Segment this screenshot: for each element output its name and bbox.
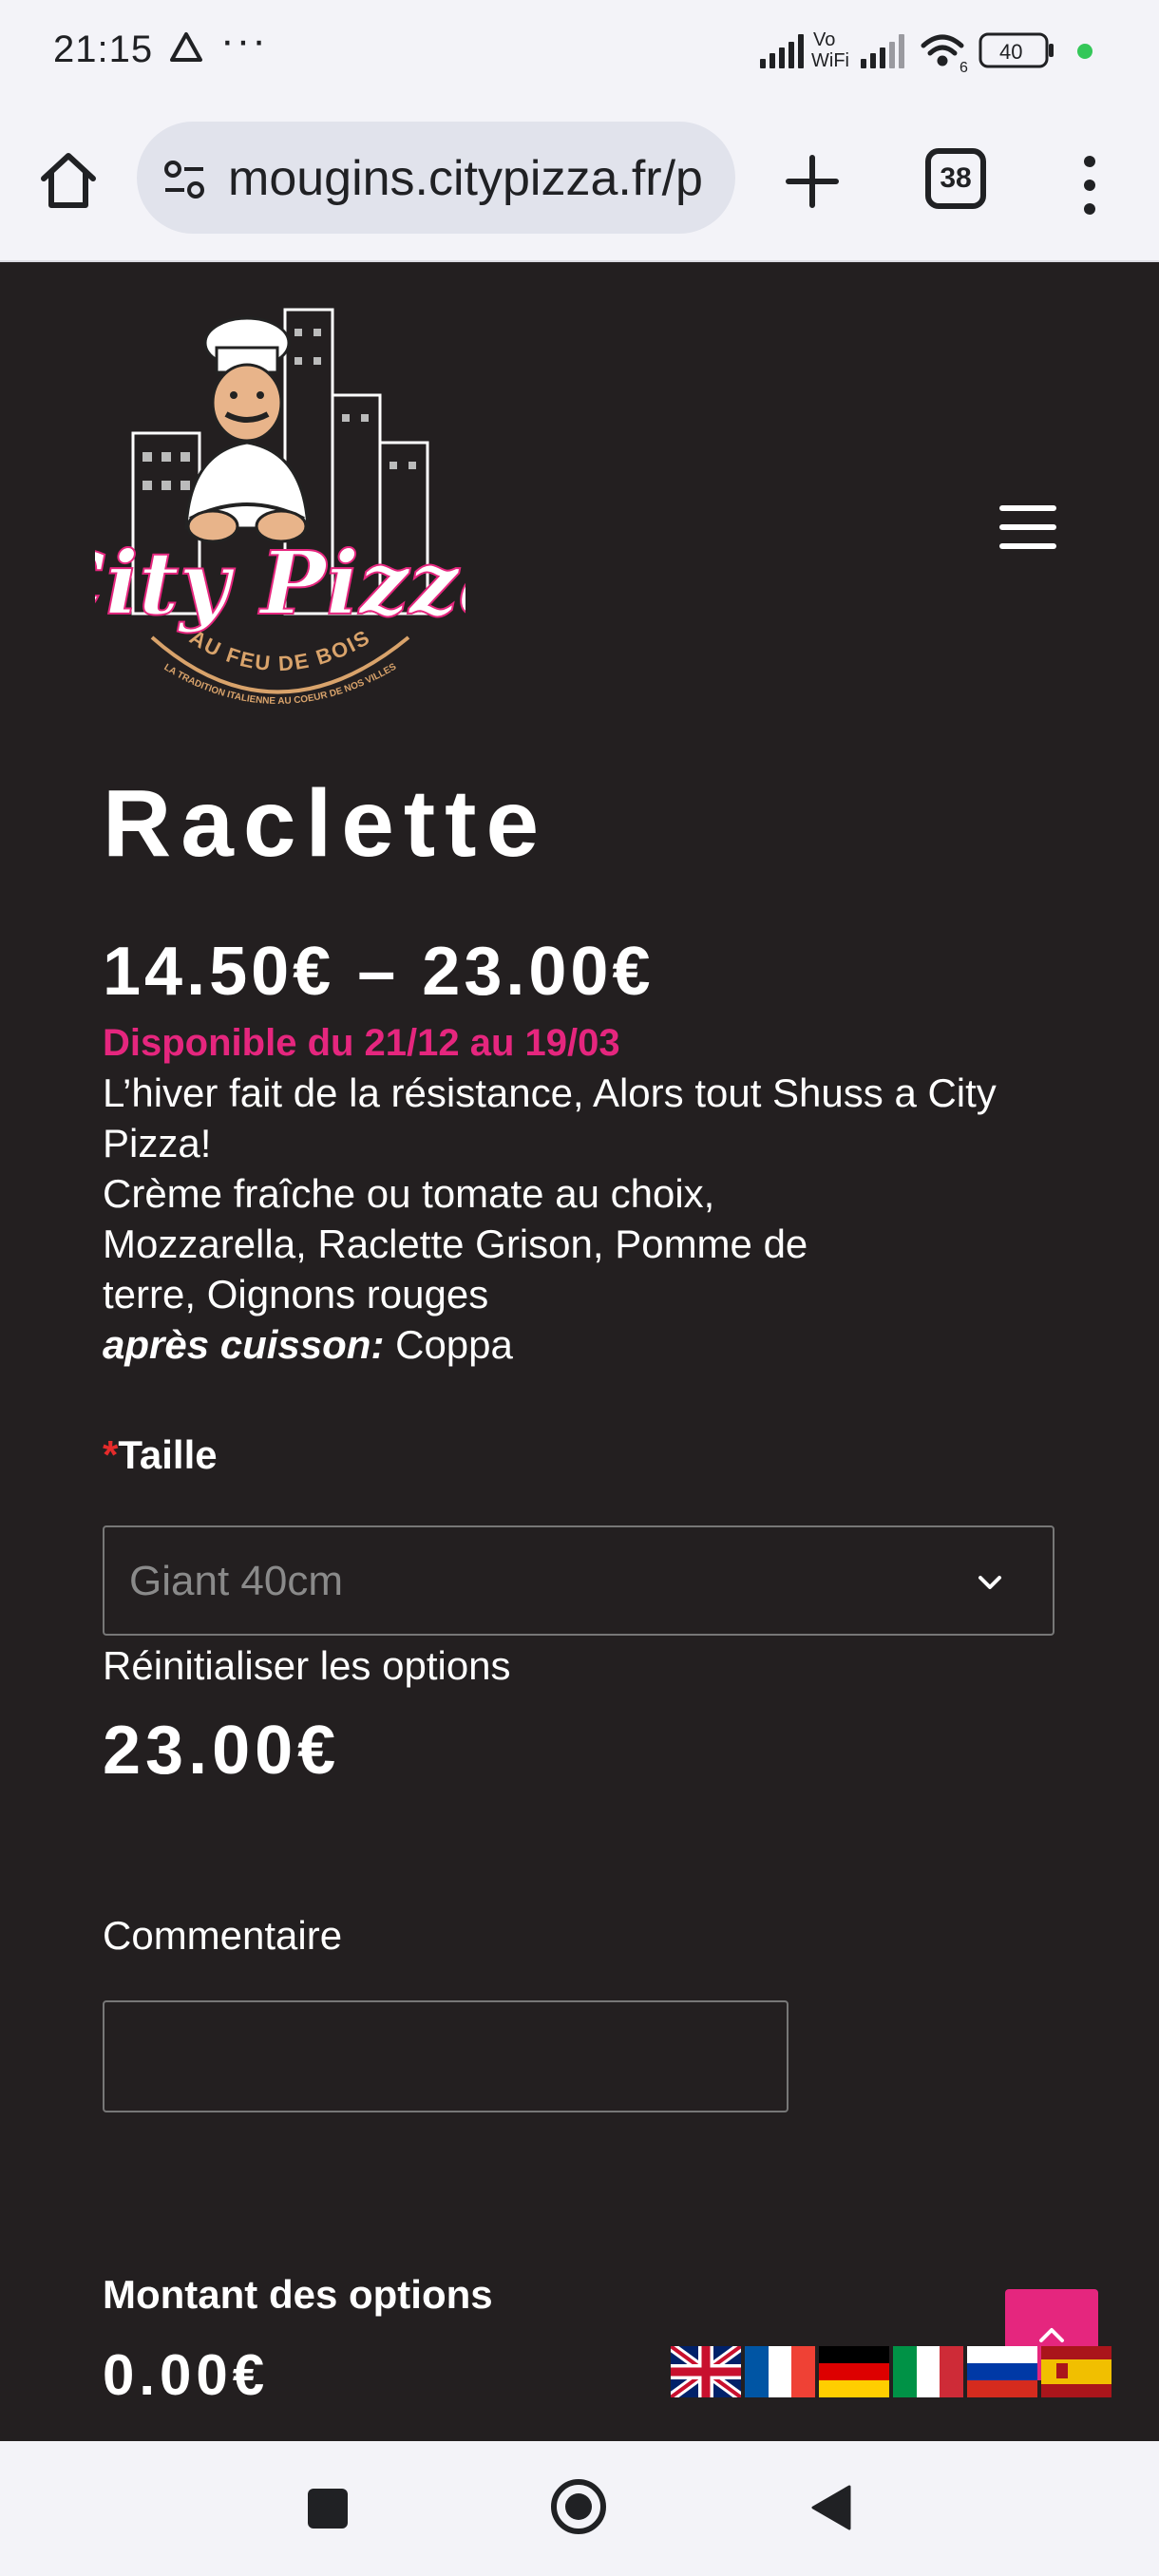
more-notifications-icon: ··· xyxy=(220,17,268,64)
browser-toolbar: mougins.citypizza.fr/p 38 xyxy=(0,104,1159,262)
size-select[interactable]: Giant 40cm xyxy=(103,1525,1054,1636)
chevron-down-icon xyxy=(978,1576,1001,1589)
options-amount-label: Montant des options xyxy=(103,2272,493,2317)
flag-germany-icon[interactable] xyxy=(819,2346,889,2397)
flag-uk-icon[interactable] xyxy=(671,2346,741,2397)
alert-triangle-icon xyxy=(170,32,202,62)
chef-graphic xyxy=(184,316,310,543)
size-label-text: Taille xyxy=(118,1432,218,1477)
signal-icon xyxy=(760,34,804,68)
reset-options-link[interactable]: Réinitialiser les options xyxy=(103,1643,511,1689)
size-select-value: Giant 40cm xyxy=(129,1558,343,1604)
battery-icon: 40 xyxy=(978,32,1054,68)
more-menu-icon[interactable] xyxy=(1066,152,1113,218)
recent-apps-button[interactable] xyxy=(308,2489,348,2529)
selected-price: 23.00€ xyxy=(103,1713,341,1789)
after-cooking-value: Coppa xyxy=(384,1322,513,1367)
price-range: 14.50€ – 23.00€ xyxy=(103,934,655,1010)
tab-switcher-button[interactable]: 38 xyxy=(925,148,986,209)
site-settings-icon[interactable] xyxy=(162,158,207,203)
product-page: City Pizza AU FEU DE BOIS LA TRADITION I… xyxy=(0,262,1159,2441)
after-cooking-label: après cuisson: xyxy=(103,1322,385,1367)
product-title: Raclette xyxy=(103,770,549,877)
comment-input[interactable] xyxy=(103,2000,788,2112)
signal-2-icon xyxy=(861,34,904,68)
description-line: Mozzarella, Raclette Grison, Pomme de te… xyxy=(103,1222,808,1316)
svg-text:40: 40 xyxy=(999,40,1022,64)
home-button[interactable] xyxy=(549,2477,608,2536)
comment-label: Commentaire xyxy=(103,1913,343,1958)
svg-text:6: 6 xyxy=(960,60,968,76)
required-mark: * xyxy=(103,1432,119,1477)
language-switcher xyxy=(671,2346,1113,2397)
flag-russia-icon[interactable] xyxy=(967,2346,1037,2397)
flag-france-icon[interactable] xyxy=(745,2346,815,2397)
back-button[interactable] xyxy=(809,2483,853,2532)
privacy-dot-icon xyxy=(1077,44,1092,59)
menu-toggle-button[interactable] xyxy=(999,505,1056,549)
system-navigation-bar xyxy=(0,2441,1159,2576)
after-cooking-line: après cuisson: Coppa xyxy=(103,1319,1072,1370)
city-pizza-logo[interactable]: City Pizza AU FEU DE BOIS LA TRADITION I… xyxy=(95,300,466,728)
svg-text:WiFi: WiFi xyxy=(811,50,849,71)
options-amount: 0.00€ xyxy=(103,2343,270,2407)
status-icons: Vo WiFi 6 40 xyxy=(760,29,1092,76)
home-icon[interactable] xyxy=(34,146,103,215)
flag-italy-icon[interactable] xyxy=(893,2346,963,2397)
clock: 21:15 xyxy=(53,28,154,70)
product-description: L’hiver fait de la résistance, Alors tou… xyxy=(103,1068,1072,1370)
hamburger-icon xyxy=(999,505,1056,511)
vowifi-label: Vo xyxy=(813,29,835,50)
status-bar: 21:15 ··· Vo WiFi 6 40 xyxy=(0,0,1159,104)
svg-text:City Pizza: City Pizza xyxy=(95,532,466,635)
new-tab-icon[interactable] xyxy=(779,148,846,215)
wifi-icon xyxy=(921,34,964,66)
flag-spain-icon[interactable] xyxy=(1041,2346,1112,2397)
availability-notice: Disponible du 21/12 au 19/03 xyxy=(103,1022,620,1064)
address-bar[interactable]: mougins.citypizza.fr/p xyxy=(137,122,735,234)
description-line: Crème fraîche ou tomate au choix, xyxy=(103,1171,715,1216)
size-label: *Taille xyxy=(103,1432,218,1478)
description-line: L’hiver fait de la résistance, Alors tou… xyxy=(103,1070,997,1165)
url-text[interactable]: mougins.citypizza.fr/p xyxy=(228,150,703,207)
